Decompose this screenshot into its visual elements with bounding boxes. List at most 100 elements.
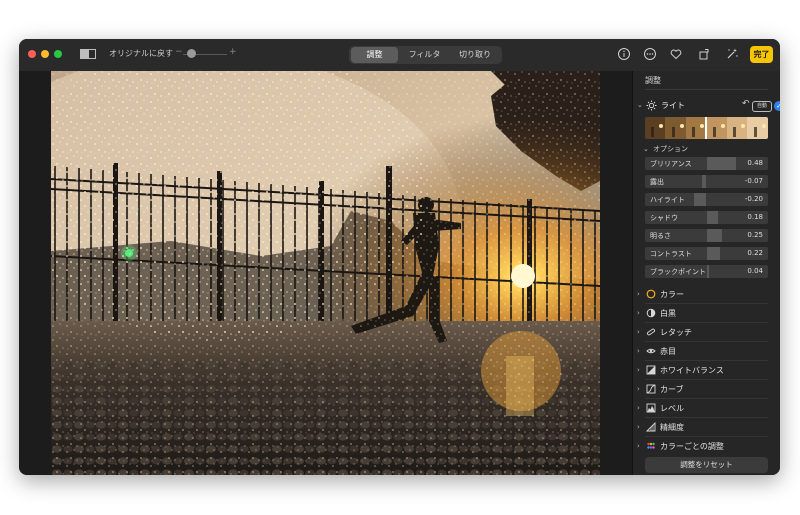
chevron-right-icon: ›	[637, 385, 640, 393]
chevron-down-icon: ⌄	[643, 145, 649, 153]
rotate-icon[interactable]	[697, 47, 711, 61]
section-white-balance[interactable]: › ホワイトバランス	[637, 363, 776, 380]
section-rule	[645, 322, 768, 323]
slider-fill	[706, 229, 722, 242]
contrast-slider[interactable]: コントラスト 0.22	[645, 247, 768, 260]
exposure-slider[interactable]: 露出 -0.07	[645, 175, 768, 188]
tab-filters[interactable]: フィルタ	[400, 47, 449, 63]
revert-to-original-button[interactable]: オリジナルに戻す	[109, 48, 173, 59]
section-label: 白黒	[660, 309, 676, 318]
sun-icon	[646, 100, 657, 111]
light-thumbnail-scrubber[interactable]	[645, 117, 768, 139]
slider-name: ブリリアンス	[650, 160, 692, 168]
levels-icon	[646, 403, 656, 413]
options-label: オプション	[653, 145, 688, 153]
zoom-knob[interactable]	[187, 49, 196, 58]
chevron-right-icon: ›	[637, 328, 640, 336]
chevron-right-icon: ›	[637, 290, 640, 298]
section-label: レベル	[660, 404, 684, 413]
section-color[interactable]: › カラー	[637, 287, 776, 304]
slider-value: 0.18	[747, 213, 763, 221]
section-rule	[645, 303, 768, 304]
reset-adjustments-button[interactable]: 調整をリセット	[645, 457, 768, 473]
chevron-down-icon[interactable]: ⌄	[637, 101, 643, 109]
sidebar-rule	[645, 89, 768, 90]
highlights-slider[interactable]: ハイライト -0.20	[645, 193, 768, 206]
slider-value: -0.07	[744, 177, 763, 185]
light-label: ライト	[661, 101, 685, 110]
slider-fill	[694, 193, 707, 206]
auto-button[interactable]: 自動	[752, 101, 772, 112]
section-label: レタッチ	[660, 328, 692, 337]
slider-fill	[702, 175, 707, 188]
zoom-in-icon: +	[229, 47, 237, 57]
slider-name: ハイライト	[650, 196, 685, 204]
chevron-right-icon: ›	[637, 347, 640, 355]
section-rule	[645, 417, 768, 418]
slider-name: コントラスト	[650, 250, 692, 258]
zoom-window-button[interactable]	[54, 50, 62, 58]
black-point-slider[interactable]: ブラックポイント 0.04	[645, 265, 768, 278]
section-selective-color[interactable]: › カラーごとの調整	[637, 439, 776, 453]
chevron-right-icon: ›	[637, 442, 640, 450]
section-label: 精細度	[660, 423, 684, 432]
more-icon[interactable]	[643, 47, 657, 61]
section-label: ホワイトバランス	[660, 366, 724, 375]
section-rule	[645, 379, 768, 380]
zoom-slider[interactable]: − +	[175, 47, 237, 61]
minimize-button[interactable]	[41, 50, 49, 58]
half-circle-icon	[646, 308, 656, 318]
toolbar: オリジナルに戻す − + 調整 フィルタ 切り取り 完了	[19, 39, 780, 71]
color-circle-icon	[646, 289, 656, 299]
section-rule	[645, 436, 768, 437]
slider-name: シャドウ	[650, 214, 678, 222]
section-red-eye[interactable]: › 赤目	[637, 344, 776, 361]
info-icon[interactable]	[617, 47, 631, 61]
slider-fill	[706, 265, 709, 278]
curve-icon	[646, 384, 656, 394]
undo-icon[interactable]: ↶	[742, 99, 750, 109]
section-rule	[645, 360, 768, 361]
tab-crop[interactable]: 切り取り	[450, 47, 500, 63]
slider-fill	[706, 211, 718, 224]
slider-fill	[706, 247, 721, 260]
brilliance-slider[interactable]: ブリリアンス 0.48	[645, 157, 768, 170]
section-black-white[interactable]: › 白黒	[637, 306, 776, 323]
magic-wand-icon[interactable]	[725, 47, 739, 61]
color-dots-icon	[647, 442, 655, 449]
before-after-icon[interactable]	[80, 49, 96, 59]
white-balance-icon	[646, 365, 656, 375]
sidebar-title: 調整	[645, 76, 661, 85]
triangle-icon	[646, 422, 656, 432]
slider-fill	[706, 157, 737, 170]
brightness-slider[interactable]: 明るさ 0.25	[645, 229, 768, 242]
slider-value: 0.25	[747, 231, 763, 239]
close-button[interactable]	[28, 50, 36, 58]
light-section-header[interactable]: ⌄ ライト ↶ 自動 ✓	[637, 99, 780, 113]
section-definition[interactable]: › 精細度	[637, 420, 776, 437]
shadows-slider[interactable]: シャドウ 0.18	[645, 211, 768, 224]
section-curves[interactable]: › カーブ	[637, 382, 776, 399]
slider-value: 0.48	[747, 159, 763, 167]
slider-value: 0.22	[747, 249, 763, 257]
checkmark-icon[interactable]: ✓	[774, 101, 780, 111]
chevron-right-icon: ›	[637, 423, 640, 431]
section-retouch[interactable]: › レタッチ	[637, 325, 776, 342]
adjust-sidebar: 調整 ⌄ ライト ↶ 自動 ✓ ⌄ オプション ブリリアンス 0.48 露出 -…	[633, 71, 780, 475]
eye-icon	[646, 348, 656, 354]
photo-image	[51, 71, 600, 475]
section-levels[interactable]: › レベル	[637, 401, 776, 418]
section-label: カラーごとの調整	[660, 442, 724, 451]
photos-edit-window: オリジナルに戻す − + 調整 フィルタ 切り取り 完了 調整 ⌄ ライト ↶ …	[19, 39, 780, 475]
slider-name: ブラックポイント	[650, 268, 706, 276]
slider-value: -0.20	[744, 195, 763, 203]
slider-name: 明るさ	[650, 232, 671, 240]
section-rule	[645, 341, 768, 342]
tab-adjust[interactable]: 調整	[351, 47, 398, 63]
heart-icon[interactable]	[669, 47, 683, 61]
edit-mode-tabs: 調整 フィルタ 切り取り	[349, 46, 502, 64]
section-label: カラー	[660, 290, 684, 299]
done-button[interactable]: 完了	[750, 46, 773, 63]
bandage-icon	[647, 328, 655, 336]
zoom-out-icon: −	[175, 47, 183, 57]
